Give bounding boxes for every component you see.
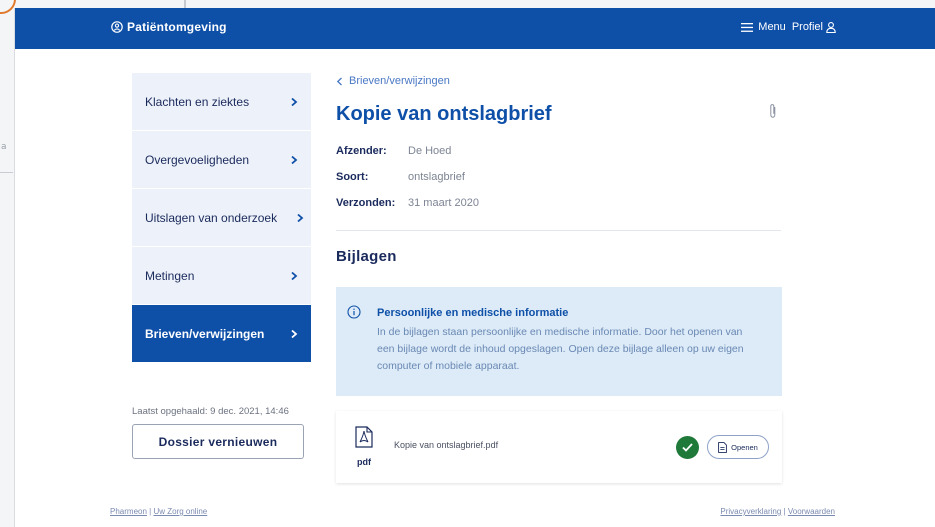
chevron-right-icon [291,329,298,338]
breadcrumb-label: Brieven/verwijzingen [349,75,450,87]
sender-label: Afzender: [336,145,387,157]
background-fragment-text: a [1,142,7,152]
brand-label: Patiëntomgeving [127,20,227,34]
sidebar-item-label: Uitslagen van onderzoek [145,210,278,225]
background-window-strip [0,0,935,8]
pdf-file-icon [355,426,373,448]
attachment-filename: Kopie van ontslagbrief.pdf [394,440,499,450]
paperclip-icon [770,104,776,118]
pdf-icon-label: pdf [357,457,371,467]
hamburger-icon [741,22,754,32]
attachment-row: pdf Kopie van ontslagbrief.pdf Openen [336,411,782,483]
header-nav: Menu Profiel [741,21,836,33]
chevron-left-icon [336,77,342,85]
meta-sent: Verzonden: 31 maart 2020 [336,197,479,209]
footer-link-privacy[interactable]: Privacyverklaring [720,507,781,516]
renew-dossier-button[interactable]: Dossier vernieuwen [132,424,304,459]
sent-label: Verzonden: [336,197,396,209]
chevron-right-icon [291,271,298,280]
app-window: Patiëntomgeving Menu Profiel Klachten en… [14,8,935,527]
page-title: Kopie van ontslagbrief [336,103,552,125]
meta-type: Soort: ontslagbrief [336,171,465,183]
document-icon [718,441,727,453]
sidebar-item-brieven[interactable]: Brieven/verwijzingen [132,305,311,363]
user-icon [826,21,836,33]
attachments-heading: Bijlagen [336,248,397,265]
footer-right: Privacyverklaring | Voorwaarden [720,507,835,516]
footer-link-pharmeon[interactable]: Pharmeon [110,507,147,516]
brand[interactable]: Patiëntomgeving [111,20,227,34]
type-label: Soort: [336,171,369,183]
profile-button[interactable]: Profiel [792,21,836,33]
chevron-right-icon [291,155,298,164]
background-window-edge [0,0,14,527]
background-scrollbar [184,0,186,8]
sidebar-item-label: Metingen [145,268,195,283]
menu-button[interactable]: Menu [741,21,786,33]
chevron-right-icon [297,213,304,222]
sidebar-item-overgevoeligheden[interactable]: Overgevoeligheden [132,131,311,189]
footer-left: Pharmeon | Uw Zorg online [110,507,207,516]
open-attachment-label: Openen [731,442,758,452]
meta-sender: Afzender: De Hoed [336,145,451,157]
info-body: In de bijlagen staan persoonlijke en med… [377,326,744,372]
breadcrumb[interactable]: Brieven/verwijzingen [336,75,450,87]
sidebar-item-label: Overgevoeligheden [145,152,250,167]
open-attachment-button[interactable]: Openen [707,435,769,459]
sidebar-item-uitslagen[interactable]: Uitslagen van onderzoek [132,189,311,247]
sidebar-item-label: Brieven/verwijzingen [145,326,265,341]
patient-icon [111,21,123,33]
sidebar-item-klachten[interactable]: Klachten en ziektes [132,73,311,131]
info-icon [347,305,361,319]
profile-label: Profiel [791,21,823,33]
top-header: Patiëntomgeving Menu Profiel [15,8,935,49]
menu-label: Menu [758,21,786,33]
footer-link-voorwaarden[interactable]: Voorwaarden [788,507,835,516]
sidebar-item-metingen[interactable]: Metingen [132,247,311,305]
footer-link-uw-zorg-online[interactable]: Uw Zorg online [153,507,207,516]
info-panel: Persoonlijke en medische informatie In d… [336,287,782,396]
chevron-right-icon [291,97,298,106]
background-divider [0,172,13,173]
sender-value: De Hoed [408,145,452,157]
last-fetched-text: Laatst opgehaald: 9 dec. 2021, 14:46 [132,406,289,417]
section-divider [336,230,781,231]
info-title: Persoonlijke en medische informatie [377,307,569,319]
sidebar-nav: Klachten en ziektes Overgevoeligheden Ui… [132,73,311,363]
type-value: ontslagbrief [408,171,465,183]
sidebar-item-label: Klachten en ziektes [145,94,250,109]
sent-value: 31 maart 2020 [408,197,479,209]
checkmark-icon [676,436,699,459]
